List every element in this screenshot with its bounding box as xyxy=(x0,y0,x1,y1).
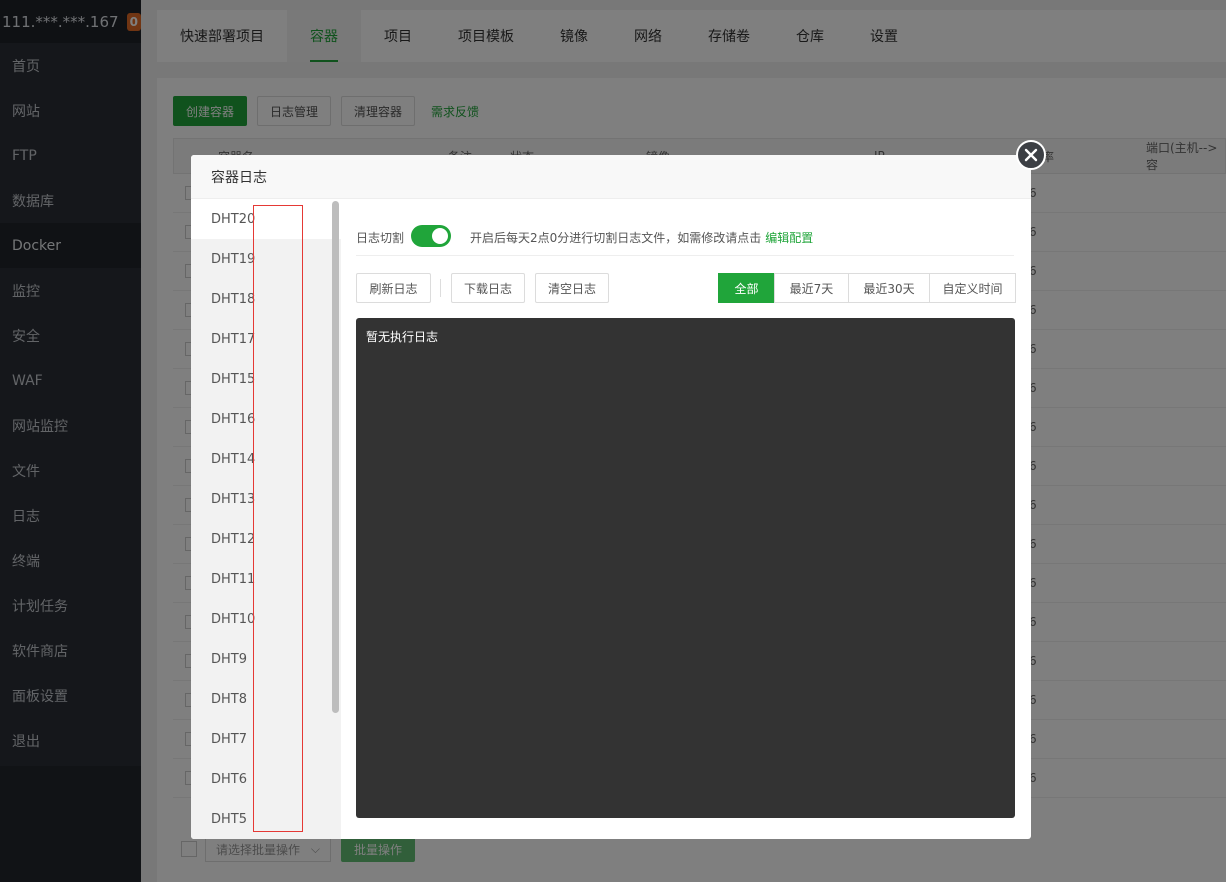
container-list: DHT20 DHT19 DHT18 DHT17 DHT15 DHT16 DHT14 DHT13… xyxy=(191,199,341,839)
container-list-item[interactable]: DHT7 xyxy=(191,719,341,759)
range-custom-button[interactable]: 自定义时间 xyxy=(929,273,1016,303)
container-list-item[interactable]: DHT8 xyxy=(191,679,341,719)
log-cut-toggle[interactable] xyxy=(411,225,452,247)
close-icon xyxy=(1024,148,1038,162)
container-list-item[interactable]: DHT19 xyxy=(191,239,341,279)
container-list-item[interactable]: DHT5 xyxy=(191,799,341,839)
log-cut-row: 日志切割 开启后每天2点0分进行切割日志文件，如需修改请点击 编辑配置 xyxy=(356,225,1014,256)
container-list-item[interactable]: DHT14 xyxy=(191,439,341,479)
container-list-item[interactable]: DHT9 xyxy=(191,639,341,679)
range-30-days-button[interactable]: 最近30天 xyxy=(848,273,930,303)
container-list-item[interactable]: DHT15 xyxy=(191,359,341,399)
container-list-scrollbar[interactable] xyxy=(332,201,339,713)
modal-title: 容器日志 xyxy=(191,155,1031,199)
toggle-knob xyxy=(432,228,449,244)
container-list-item[interactable]: DHT11 xyxy=(191,559,341,599)
log-content: 日志切割 开启后每天2点0分进行切割日志文件，如需修改请点击 编辑配置 刷新日志… xyxy=(356,199,1016,839)
clear-log-button[interactable]: 清空日志 xyxy=(535,273,609,303)
container-list-item[interactable]: DHT6 xyxy=(191,759,341,799)
container-list-item[interactable]: DHT12 xyxy=(191,519,341,559)
range-all-button[interactable]: 全部 xyxy=(718,273,775,303)
download-log-button[interactable]: 下载日志 xyxy=(451,273,525,303)
log-cut-label: 日志切割 xyxy=(356,231,405,245)
refresh-log-button[interactable]: 刷新日志 xyxy=(356,273,431,303)
container-list-item[interactable]: DHT18 xyxy=(191,279,341,319)
container-list-item[interactable]: DHT20 xyxy=(191,199,341,239)
edit-config-link[interactable]: 编辑配置 xyxy=(765,229,813,246)
divider xyxy=(440,279,441,297)
container-list-item[interactable]: DHT13 xyxy=(191,479,341,519)
time-range-group: 全部 最近7天 最近30天 自定义时间 xyxy=(718,273,1016,303)
container-list-item[interactable]: DHT10 xyxy=(191,599,341,639)
range-7-days-button[interactable]: 最近7天 xyxy=(774,273,849,303)
container-log-modal: 容器日志 DHT20 DHT19 DHT18 DHT17 DHT15 DHT16 DHT14… xyxy=(191,155,1031,839)
log-text: 暂无执行日志 xyxy=(366,330,439,344)
log-output[interactable]: 暂无执行日志 xyxy=(356,318,1015,818)
log-actions: 刷新日志 下载日志 清空日志 全部 最近7天 最近30天 自定义时间 xyxy=(356,273,1016,303)
log-cut-description: 开启后每天2点0分进行切割日志文件，如需修改请点击 xyxy=(470,231,762,245)
container-list-item[interactable]: DHT17 xyxy=(191,319,341,359)
container-list-item[interactable]: DHT16 xyxy=(191,399,341,439)
close-modal-button[interactable] xyxy=(1016,140,1046,170)
